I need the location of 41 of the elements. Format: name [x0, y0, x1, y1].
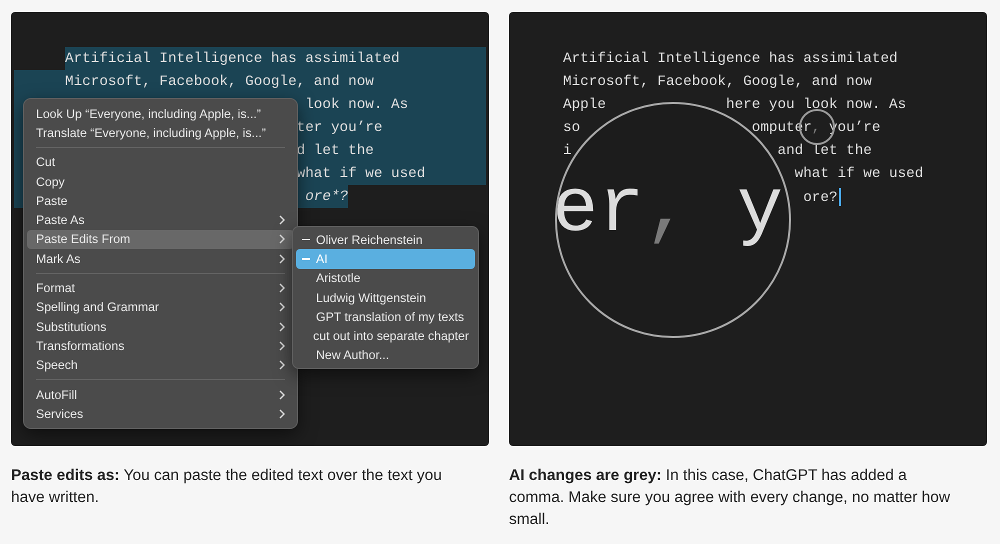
text-line: Artificial Intelligence has assimilated: [563, 50, 898, 66]
text-line: Artificial Intelligence has assimilated: [65, 50, 400, 66]
dash-icon: [302, 238, 310, 240]
caption: Paste edits as: You can paste the edited text over the text you have written.: [11, 466, 443, 508]
text-line: ter you’re: [296, 120, 382, 136]
text-line: what if we used: [296, 166, 426, 182]
menu-item[interactable]: Format: [27, 278, 294, 298]
menu-item[interactable]: Transformations: [27, 336, 294, 356]
text-line: Microsoft, Facebook, Google, and now: [65, 74, 374, 90]
caption: AI changes are grey: In this case, ChatGPT has added a comma. Make sure you agree with every change, no matter how small.: [509, 466, 952, 530]
text-line: Apple: [563, 96, 606, 112]
menu-item[interactable]: Paste As: [27, 210, 294, 230]
menu-item[interactable]: cut out into separate chapter: [296, 326, 475, 346]
menu-item[interactable]: Paste: [27, 191, 294, 210]
menu-item[interactable]: Cut: [27, 152, 294, 172]
text-line: ore?: [803, 188, 841, 206]
menu-item[interactable]: Paste Edits From: [27, 230, 294, 250]
text-line: Microsoft, Facebook, Google, and now: [563, 74, 872, 90]
menu-item[interactable]: Mark As: [27, 249, 294, 268]
text-line: so: [563, 120, 580, 136]
text-line: what if we used: [794, 166, 924, 182]
menu-item[interactable]: AutoFill: [27, 384, 294, 404]
menu-item[interactable]: Translate “Everyone, including Apple, is...”: [27, 123, 294, 143]
menu-item[interactable]: Look Up “Everyone, including Apple, is...”: [27, 104, 294, 124]
menu-item[interactable]: Substitutions: [27, 316, 294, 336]
text-line: here you look now. As: [726, 96, 906, 112]
menu-item[interactable]: Copy: [27, 172, 294, 192]
menu-item[interactable]: New Author...: [296, 346, 475, 366]
text-line: ore*?: [305, 188, 348, 204]
menu-item[interactable]: Services: [27, 404, 294, 424]
menu-item[interactable]: GPT translation of my texts: [296, 307, 475, 326]
text-line: look now. As: [305, 96, 408, 112]
menu-item[interactable]: Speech: [27, 356, 294, 375]
magnified-text: er, y: [557, 172, 784, 249]
menu-item[interactable]: Aristotle: [296, 268, 475, 288]
menu-item[interactable]: Spelling and Grammar: [27, 298, 294, 317]
text-line: d let the: [296, 142, 374, 158]
text-line: i: [563, 142, 572, 158]
dash-icon: [302, 258, 310, 260]
menu-item[interactable]: Ludwig Wittgenstein: [296, 288, 475, 308]
menu-item[interactable]: Oliver Reichenstein: [296, 230, 475, 250]
